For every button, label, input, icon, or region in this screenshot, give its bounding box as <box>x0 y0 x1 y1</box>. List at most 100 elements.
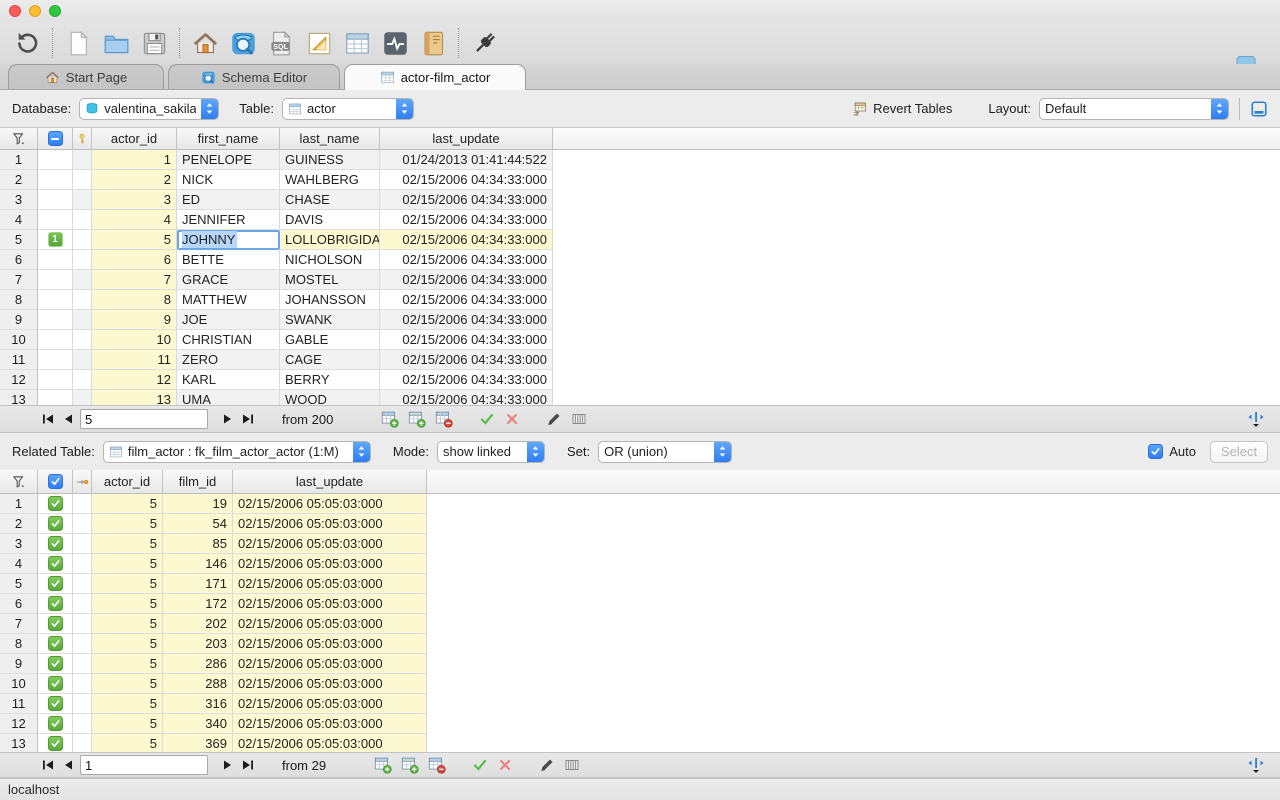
cell-actor-id[interactable]: 12 <box>92 370 177 390</box>
row-checkbox-checked[interactable] <box>48 536 63 551</box>
select-all-checkbox[interactable] <box>38 128 73 150</box>
cell-last-update[interactable]: 02/15/2006 04:34:33:000 <box>380 290 553 310</box>
cell-film-id[interactable]: 19 <box>163 494 233 514</box>
row-checkbox-cell[interactable] <box>38 614 73 634</box>
cell-first-name[interactable]: ED <box>177 190 280 210</box>
row-checkbox-checked[interactable] <box>48 676 63 691</box>
view-columns-icon[interactable] <box>564 757 580 773</box>
cell-last-update[interactable]: 02/15/2006 05:05:03:000 <box>233 534 427 554</box>
edit-record-icon[interactable] <box>546 411 562 427</box>
delete-record-icon[interactable] <box>435 410 453 428</box>
cell-actor-id[interactable]: 11 <box>92 350 177 370</box>
open-folder-toolbar-button[interactable] <box>97 26 135 60</box>
cell-first-name[interactable]: CHRISTIAN <box>177 330 280 350</box>
cell-actor-id[interactable]: 5 <box>92 534 163 554</box>
cell-last-update[interactable]: 02/15/2006 04:34:33:000 <box>380 250 553 270</box>
row-link-indicator-cell[interactable] <box>38 330 73 350</box>
first-record-button[interactable] <box>40 757 56 773</box>
accept-changes-icon[interactable] <box>479 411 495 427</box>
cell-film-id[interactable]: 54 <box>163 514 233 534</box>
cell-actor-id[interactable]: 5 <box>92 634 163 654</box>
cell-actor-id[interactable]: 5 <box>92 494 163 514</box>
cell-actor-id[interactable]: 5 <box>92 674 163 694</box>
row-link-indicator-cell[interactable] <box>38 310 73 330</box>
row-link-indicator-cell[interactable] <box>38 250 73 270</box>
view-columns-icon[interactable] <box>571 411 587 427</box>
cell-last-update[interactable]: 02/15/2006 04:34:33:000 <box>380 170 553 190</box>
splitter-handle-icon[interactable] <box>1246 755 1266 775</box>
cell-actor-id[interactable]: 10 <box>92 330 177 350</box>
cell-first-name[interactable]: BETTE <box>177 250 280 270</box>
row-number[interactable]: 9 <box>0 310 38 330</box>
filter-header-button[interactable] <box>0 470 38 494</box>
cell-last-update[interactable]: 02/15/2006 04:34:33:000 <box>380 210 553 230</box>
row-checkbox-cell[interactable] <box>38 694 73 714</box>
cell-last-update[interactable]: 02/15/2006 04:34:33:000 <box>380 310 553 330</box>
column-header-last-update[interactable]: last_update <box>380 128 553 150</box>
cell-last-name[interactable]: JOHANSSON <box>280 290 380 310</box>
cell-last-name[interactable]: DAVIS <box>280 210 380 230</box>
cell-last-name[interactable]: LOLLOBRIGIDA <box>280 230 380 250</box>
row-link-indicator-cell[interactable] <box>38 270 73 290</box>
layout-toggle-icon[interactable] <box>1250 100 1268 118</box>
row-checkbox-checked[interactable] <box>48 656 63 671</box>
row-checkbox-cell[interactable] <box>38 674 73 694</box>
cell-last-name[interactable]: CAGE <box>280 350 380 370</box>
column-header-actor-id[interactable]: actor_id <box>92 128 177 150</box>
home-toolbar-button[interactable] <box>186 26 224 60</box>
delete-record-icon[interactable] <box>428 756 446 774</box>
row-number[interactable]: 8 <box>0 634 38 654</box>
row-checkbox-checked[interactable] <box>48 516 63 531</box>
cell-film-id[interactable]: 340 <box>163 714 233 734</box>
row-link-indicator-cell[interactable] <box>38 370 73 390</box>
cell-actor-id[interactable]: 2 <box>92 170 177 190</box>
row-number[interactable]: 5 <box>0 574 38 594</box>
cell-film-id[interactable]: 202 <box>163 614 233 634</box>
minimize-window-button[interactable] <box>29 5 41 17</box>
next-record-button[interactable] <box>220 411 236 427</box>
auto-checkbox[interactable]: Auto <box>1148 444 1196 459</box>
row-link-indicator-cell[interactable] <box>38 290 73 310</box>
cell-last-name[interactable]: BERRY <box>280 370 380 390</box>
add-record-icon[interactable] <box>374 756 392 774</box>
row-number[interactable]: 1 <box>0 150 38 170</box>
cancel-changes-icon[interactable] <box>497 757 513 773</box>
column-header-film-id[interactable]: film_id <box>163 470 233 494</box>
zoom-window-button[interactable] <box>49 5 61 17</box>
column-header-first-name[interactable]: first_name <box>177 128 280 150</box>
cell-actor-id[interactable]: 5 <box>92 554 163 574</box>
row-number[interactable]: 11 <box>0 694 38 714</box>
tab-start-page[interactable]: Start Page <box>8 64 164 89</box>
row-number[interactable]: 13 <box>0 390 38 405</box>
set-select[interactable]: OR (union) <box>598 441 732 463</box>
cell-last-update[interactable]: 02/15/2006 04:34:33:000 <box>380 330 553 350</box>
layout-select[interactable]: Default <box>1039 98 1229 120</box>
row-number[interactable]: 12 <box>0 714 38 734</box>
cell-last-name[interactable]: WOOD <box>280 390 380 405</box>
row-checkbox-cell[interactable] <box>38 494 73 514</box>
row-number[interactable]: 6 <box>0 250 38 270</box>
cell-last-update[interactable]: 02/15/2006 05:05:03:000 <box>233 554 427 574</box>
row-link-indicator-cell[interactable] <box>38 150 73 170</box>
related-table-select[interactable]: film_actor : fk_film_actor_actor (1:M) <box>103 441 371 463</box>
row-link-indicator-cell[interactable] <box>38 350 73 370</box>
row-number[interactable]: 10 <box>0 674 38 694</box>
close-window-button[interactable] <box>9 5 21 17</box>
row-number[interactable]: 4 <box>0 554 38 574</box>
row-link-indicator-cell[interactable] <box>38 210 73 230</box>
cell-first-name[interactable]: PENELOPE <box>177 150 280 170</box>
cell-last-name[interactable]: MOSTEL <box>280 270 380 290</box>
detail-record-number-input[interactable] <box>80 755 208 775</box>
cell-last-update[interactable]: 02/15/2006 05:05:03:000 <box>233 494 427 514</box>
column-header-last-name[interactable]: last_name <box>280 128 380 150</box>
next-record-button[interactable] <box>220 757 236 773</box>
row-checkbox-checked[interactable] <box>48 696 63 711</box>
row-number[interactable]: 12 <box>0 370 38 390</box>
cell-actor-id[interactable]: 5 <box>92 514 163 534</box>
previous-record-button[interactable] <box>60 411 76 427</box>
row-checkbox-checked[interactable] <box>48 576 63 591</box>
add-record-icon[interactable] <box>381 410 399 428</box>
cell-film-id[interactable]: 172 <box>163 594 233 614</box>
cell-actor-id[interactable]: 13 <box>92 390 177 405</box>
row-checkbox-checked[interactable] <box>48 716 63 731</box>
